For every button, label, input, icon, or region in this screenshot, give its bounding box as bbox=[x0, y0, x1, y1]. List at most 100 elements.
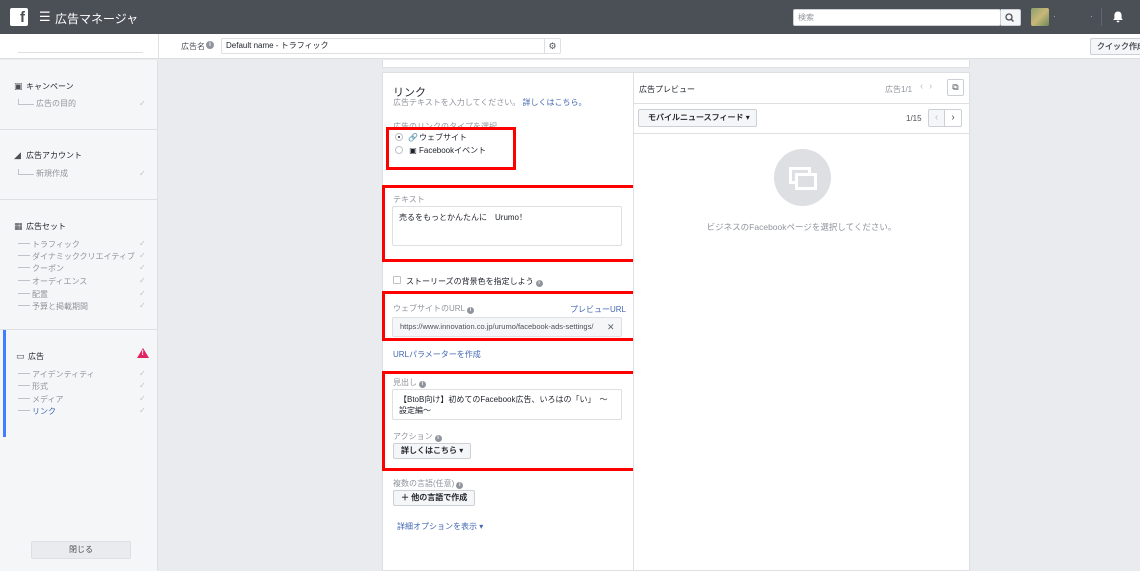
sidebar-item-new[interactable]: 新規作成 bbox=[18, 168, 68, 179]
sidebar-header-line bbox=[18, 52, 143, 53]
check-icon: ✓ bbox=[139, 276, 146, 285]
sidebar-item-media[interactable]: メディア bbox=[18, 394, 63, 405]
ad-nav-arrows[interactable]: ‹ › bbox=[920, 81, 932, 92]
placement-dropdown[interactable]: モバイルニュースフィード ▾ bbox=[638, 109, 757, 127]
sidebar-item-label: オーディエンス bbox=[32, 277, 88, 286]
section-subtitle: 広告テキストを入力してください。 詳しくはこちら。 bbox=[393, 97, 587, 108]
search-button[interactable] bbox=[1001, 9, 1021, 26]
sidebar-section-campaign: ▣ キャンペーン 広告の目的 ✓ bbox=[0, 60, 157, 130]
ad-name-bar: 広告名 i Default name - トラフィック ⚙ クイック作成 bbox=[0, 34, 1140, 59]
clear-icon[interactable]: ✕ bbox=[607, 317, 615, 337]
website-url-label: ウェブサイトのURL i bbox=[393, 303, 475, 314]
ad-name-input[interactable]: Default name - トラフィック bbox=[221, 38, 561, 54]
info-icon: i bbox=[456, 482, 464, 489]
close-button[interactable]: 閉じる bbox=[31, 541, 131, 559]
sidebar-item-label: リンク bbox=[32, 407, 56, 416]
sidebar-item-label: ダイナミッククリエイティブ bbox=[32, 252, 135, 261]
sidebar-item-dynamic-creative[interactable]: ダイナミッククリエイティブ bbox=[18, 251, 135, 262]
headline-label: 見出し i bbox=[393, 377, 426, 388]
sidebar-item-label: アイデンティティ bbox=[32, 370, 95, 379]
sidebar-title-label: キャンペーン bbox=[26, 82, 74, 91]
dropdown-value: 詳しくはこちら bbox=[401, 446, 457, 455]
sidebar-section-ad: ▭ 広告 アイデンティティ ✓ 形式 ✓ メディア ✓ リンク ✓ bbox=[0, 330, 157, 437]
hamburger-menu-icon[interactable]: ☰ bbox=[39, 10, 51, 23]
sidebar-item-budget[interactable]: 予算と掲載期間 bbox=[18, 301, 88, 312]
bell-icon[interactable] bbox=[1111, 10, 1125, 24]
link-label: 詳細オプションを表示 bbox=[397, 522, 477, 531]
link-icon: 🔗 bbox=[408, 133, 418, 142]
website-radio-label[interactable]: 🔗ウェブサイト bbox=[407, 132, 467, 143]
sidebar-item-adset[interactable]: ▦ 広告セット bbox=[14, 221, 66, 232]
info-icon: i bbox=[467, 307, 475, 314]
action-label-text: アクション bbox=[393, 432, 433, 441]
sidebar-item-campaign[interactable]: ▣ キャンペーン bbox=[14, 81, 74, 92]
check-icon: ✓ bbox=[139, 406, 146, 415]
chevron-left-icon[interactable]: ‹ bbox=[928, 109, 945, 127]
url-parameters-link[interactable]: URLパラメーターを作成 bbox=[393, 349, 481, 360]
sidebar-title-label: 広告 bbox=[28, 352, 44, 361]
info-icon: i bbox=[206, 41, 214, 49]
sidebar-title-label: 広告セット bbox=[26, 222, 66, 231]
text-field[interactable]: 売るをもっとかんたんに Urumo！ bbox=[392, 206, 622, 246]
campaign-icon: ▣ bbox=[14, 81, 23, 91]
call-to-action-dropdown[interactable]: 詳しくはこちら ▾ bbox=[393, 443, 472, 459]
website-radio[interactable] bbox=[395, 133, 403, 141]
chevron-left-icon[interactable]: ‹ bbox=[920, 81, 923, 92]
avatar[interactable] bbox=[1031, 8, 1049, 26]
gear-icon[interactable]: ⚙ bbox=[544, 39, 560, 53]
megaphone-icon: ◢ bbox=[14, 150, 21, 160]
sidebar-item-traffic[interactable]: トラフィック bbox=[18, 239, 80, 250]
sidebar: ▣ キャンペーン 広告の目的 ✓ ◢ 広告アカウント 新規作成 ✓ ▦ 広告セット ト… bbox=[0, 60, 158, 571]
sidebar-item-label: クーポン bbox=[32, 264, 64, 273]
sidebar-item-coupon[interactable]: クーポン bbox=[18, 263, 64, 274]
stories-checkbox[interactable] bbox=[393, 276, 401, 284]
warning-mark: ! bbox=[141, 350, 144, 357]
sidebar-section-account: ◢ 広告アカウント 新規作成 ✓ bbox=[0, 130, 157, 200]
website-url-input[interactable]: https://www.innovation.co.jp/urumo/faceb… bbox=[392, 317, 622, 337]
link-type-label: 広告のリンクのタイプを選択 bbox=[393, 122, 497, 131]
preview-url-link[interactable]: プレビューURL bbox=[570, 304, 626, 315]
sidebar-item-placement[interactable]: 配置 bbox=[18, 289, 48, 300]
button-label: 他の言語で作成 bbox=[411, 493, 468, 502]
add-language-button[interactable]: ＋ 他の言語で作成 bbox=[393, 490, 476, 506]
empty-preview-icon bbox=[774, 149, 831, 206]
facebook-logo-icon[interactable]: f bbox=[10, 8, 28, 26]
sidebar-item-label: 広告の目的 bbox=[36, 99, 76, 108]
learn-more-link[interactable]: 詳しくはこちら。 bbox=[523, 98, 587, 107]
divider bbox=[634, 103, 969, 104]
info-icon: i bbox=[535, 280, 543, 287]
sidebar-item-identity[interactable]: アイデンティティ bbox=[18, 369, 95, 380]
plus-icon: ＋ bbox=[401, 493, 409, 502]
event-radio-label[interactable]: ▣ Facebookイベント bbox=[407, 145, 486, 156]
sidebar-item-audience[interactable]: オーディエンス bbox=[18, 276, 87, 287]
checkbox-label-text: ストーリーズの背景色を指定しよう bbox=[406, 277, 534, 286]
multilang-label-text: 複数の言語(任意) bbox=[393, 479, 455, 488]
chevron-right-icon[interactable]: › bbox=[945, 109, 962, 127]
dropdown-value: モバイルニュースフィード bbox=[648, 113, 744, 122]
ad-count: 広告1/1 bbox=[885, 85, 913, 94]
chevron-right-icon[interactable]: › bbox=[929, 81, 932, 92]
headline-label-text: 見出し bbox=[393, 378, 417, 387]
headline-field[interactable]: 【BtoB向け】初めてのFacebook広告、いろはの「い」 ～設定編～ bbox=[392, 389, 622, 420]
show-advanced-options-link[interactable]: 詳細オプションを表示 ▾ bbox=[397, 521, 483, 532]
caret-down-icon: ▾ bbox=[479, 522, 484, 531]
quick-create-button[interactable]: クイック作成 bbox=[1090, 38, 1140, 55]
caret-down-icon: ▾ bbox=[459, 446, 464, 455]
sidebar-item-format[interactable]: 形式 bbox=[18, 381, 48, 392]
topbar-divider bbox=[1101, 8, 1102, 26]
sidebar-item-objective[interactable]: 広告の目的 bbox=[18, 98, 76, 109]
sidebar-item-link[interactable]: リンク bbox=[18, 406, 56, 417]
multilang-label: 複数の言語(任意) i bbox=[393, 478, 464, 489]
stories-checkbox-label[interactable]: ストーリーズの背景色を指定しよう i bbox=[406, 276, 543, 287]
sidebar-item-account[interactable]: ◢ 広告アカウント bbox=[14, 150, 82, 161]
search-input[interactable]: 検索 bbox=[793, 9, 1001, 26]
sidebar-section-adset: ▦ 広告セット トラフィック ✓ ダイナミッククリエイティブ ✓ クーポン ✓ オ… bbox=[0, 200, 157, 330]
open-external-icon[interactable]: ⧉ bbox=[947, 79, 964, 96]
calendar-icon: ▣ bbox=[409, 146, 417, 155]
event-radio[interactable] bbox=[395, 146, 403, 154]
url-label-text: ウェブサイトのURL bbox=[393, 304, 466, 313]
app-title[interactable]: 広告マネージャ bbox=[55, 10, 138, 27]
sidebar-item-ad[interactable]: ▭ 広告 bbox=[16, 351, 44, 362]
link-panel: リンク 広告テキストを入力してください。 詳しくはこちら。 広告のリンクのタイプ… bbox=[382, 72, 633, 571]
account-dot-icon: · bbox=[1090, 12, 1093, 21]
